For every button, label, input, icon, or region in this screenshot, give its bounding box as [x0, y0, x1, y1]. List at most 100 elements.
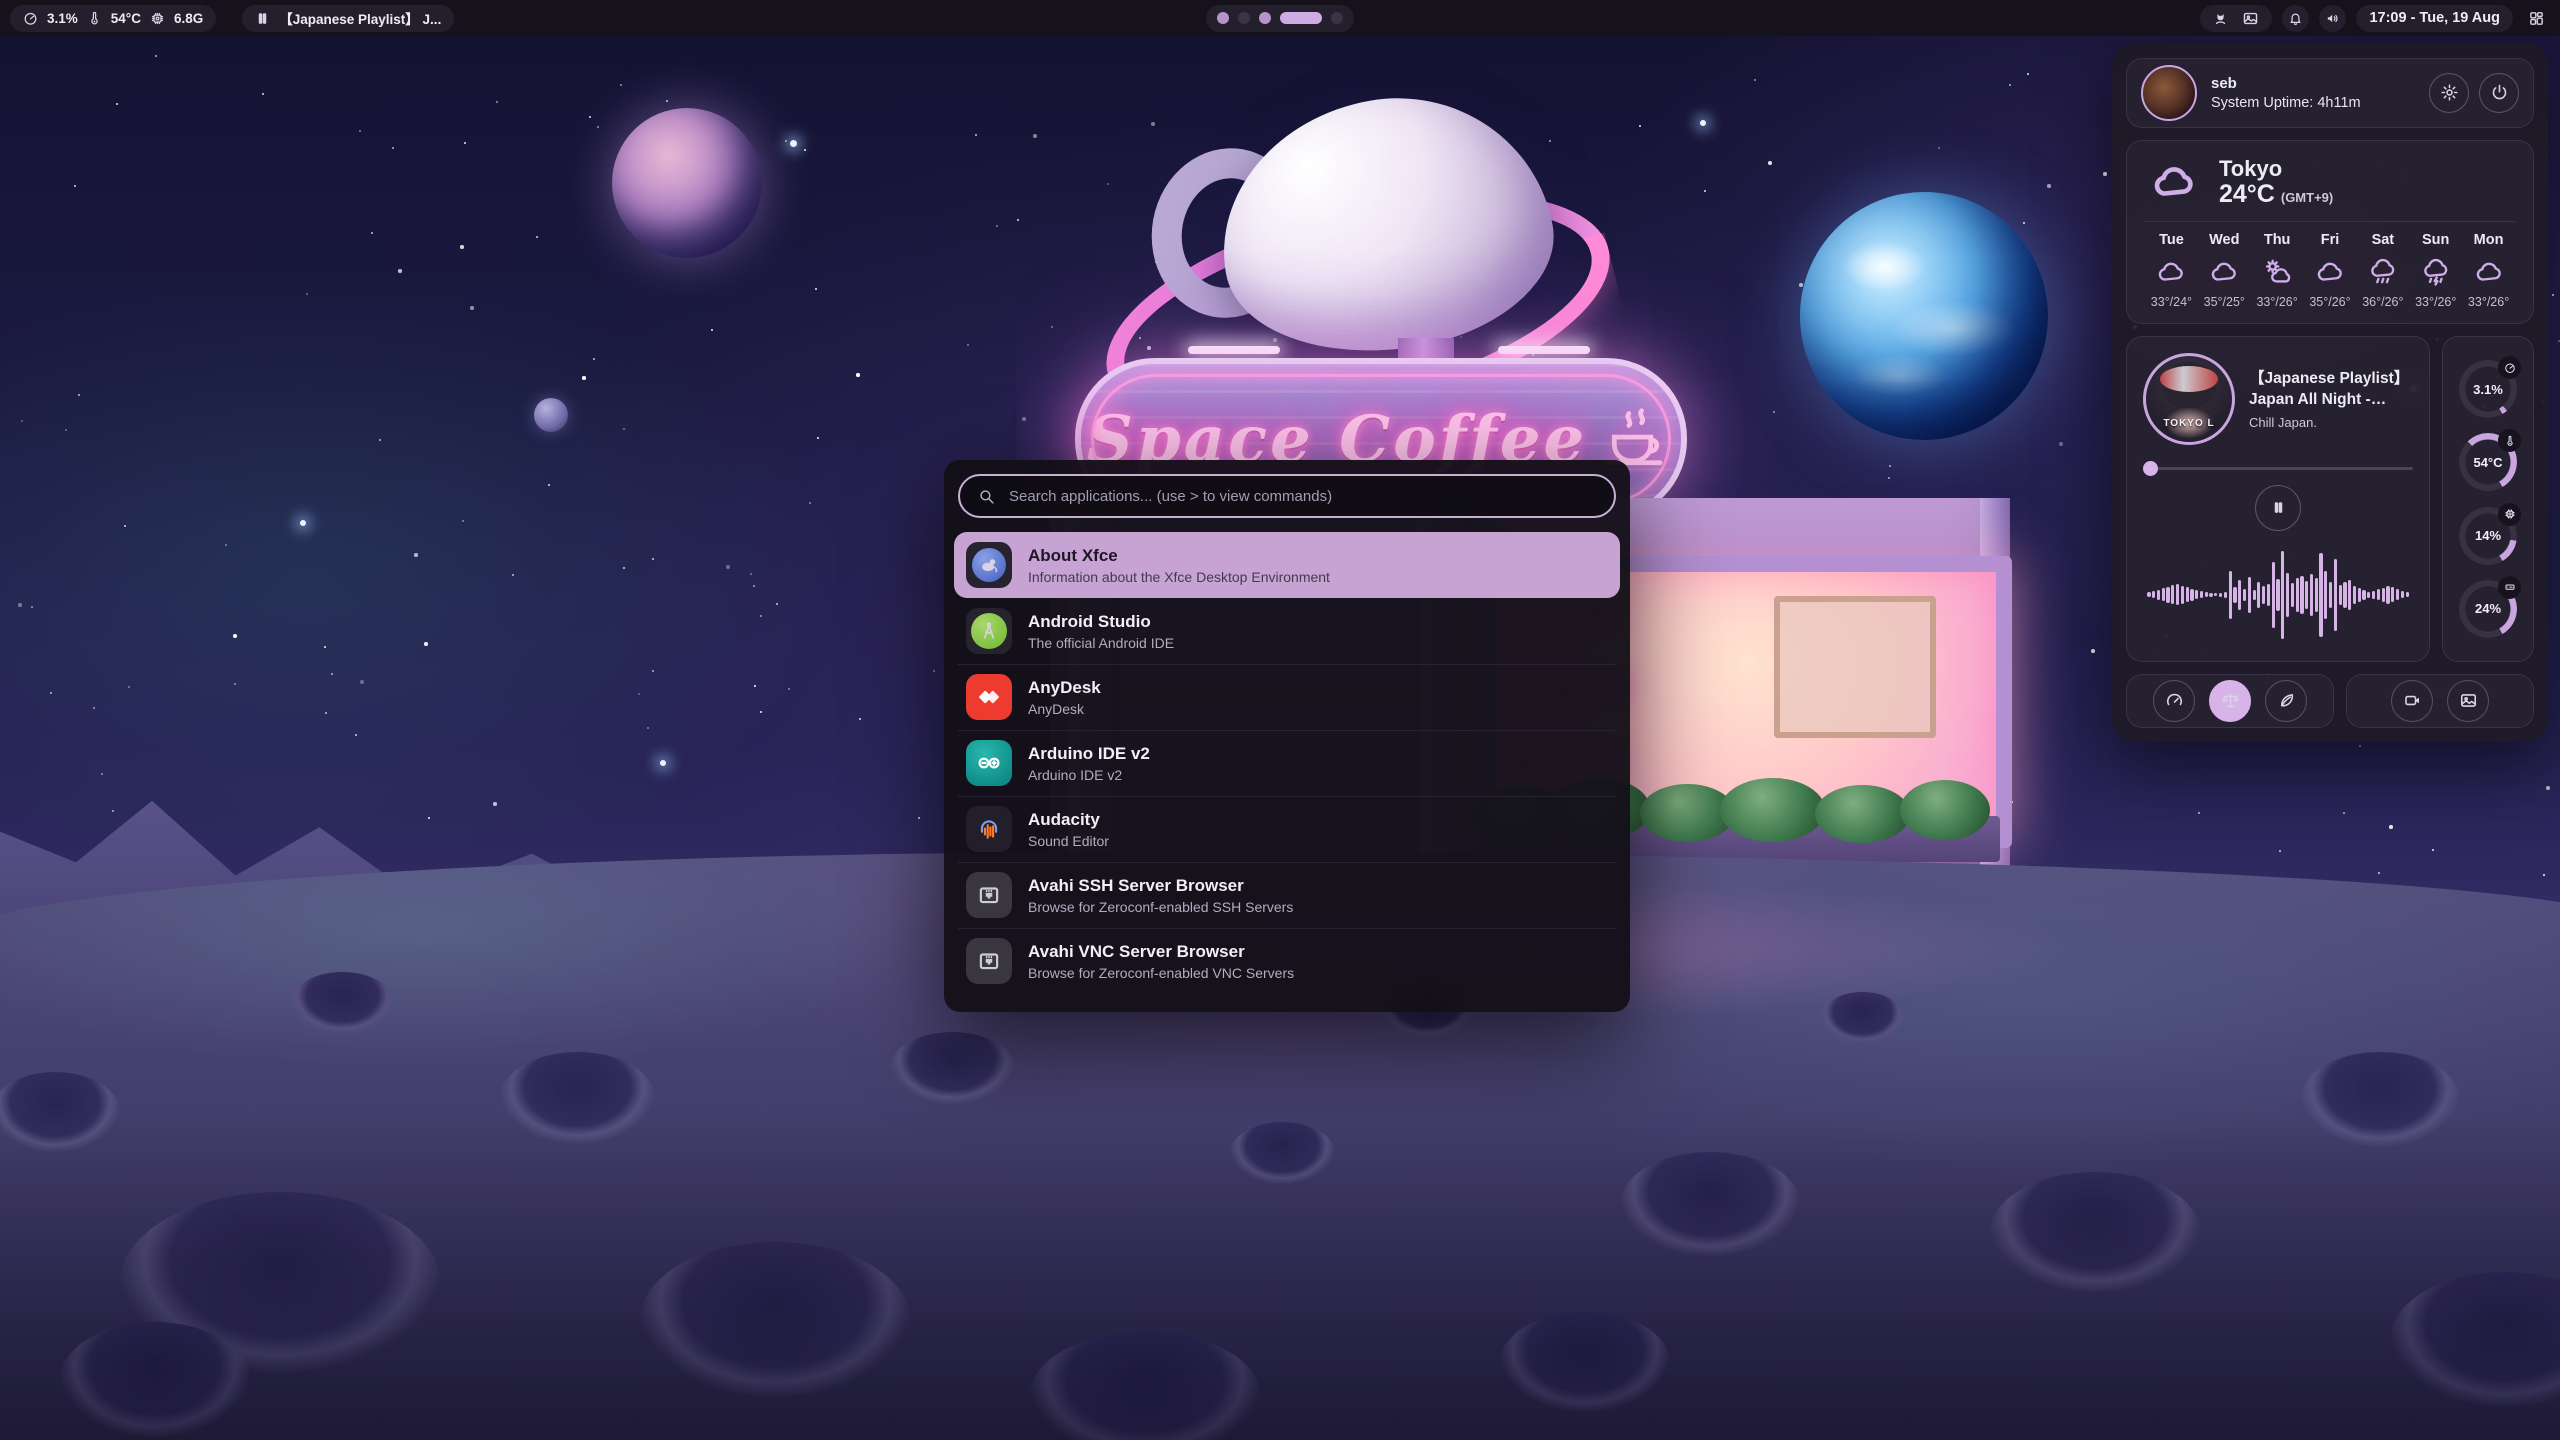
- scale-icon: [2221, 691, 2240, 710]
- weather-timezone: (GMT+9): [2281, 190, 2333, 205]
- visualizer-bar: [2406, 592, 2409, 597]
- visualizer-bar: [2281, 551, 2284, 639]
- pet-icon[interactable]: [2213, 11, 2228, 26]
- balanced-mode-button[interactable]: [2209, 680, 2251, 722]
- visualizer-bar: [2262, 586, 2265, 604]
- visualizer-bar: [2353, 586, 2356, 604]
- app-row-avahi-vnc[interactable]: Avahi VNC Server Browser Browse for Zero…: [954, 928, 1620, 994]
- chip-icon: [2498, 503, 2521, 526]
- media-player-card: TOKYO L 【Japanese Playlist】 Japan All Ni…: [2126, 336, 2430, 662]
- forecast-day: Tue 33°/24°: [2145, 232, 2198, 309]
- powersave-button[interactable]: [2265, 680, 2307, 722]
- app-row-avahi-ssh[interactable]: Avahi SSH Server Browser Browse for Zero…: [954, 862, 1620, 928]
- settings-button[interactable]: [2429, 73, 2469, 113]
- now-playing-pill[interactable]: 【Japanese Playlist】 J...: [242, 5, 454, 32]
- clock-pill[interactable]: 17:09 - Tue, 19 Aug: [2356, 5, 2513, 32]
- top-bar: 3.1% 54°C 6.8G 【Japanese Playlist】 J...: [0, 0, 2560, 36]
- power-button[interactable]: [2479, 73, 2519, 113]
- wallpaper-button[interactable]: [2447, 680, 2489, 722]
- visualizer-bar: [2324, 571, 2327, 619]
- volume-button[interactable]: [2319, 5, 2346, 32]
- app-row-audacity[interactable]: Audacity Sound Editor: [954, 796, 1620, 862]
- app-name: Android Studio: [1028, 612, 1174, 632]
- seek-thumb[interactable]: [2143, 461, 2158, 476]
- notifications-button[interactable]: [2282, 5, 2309, 32]
- visualizer-bar: [2162, 588, 2165, 601]
- visualizer-bar: [2267, 584, 2270, 606]
- cpu-temp: 54°C: [111, 11, 141, 26]
- pause-button[interactable]: [2255, 485, 2301, 531]
- cloud-rain-icon: [2356, 255, 2409, 289]
- chip-icon: [150, 11, 165, 26]
- weather-temp: 24°C: [2219, 180, 2275, 208]
- control-center-panel: seb System Uptime: 4h11m Tokyo 24°C(GMT+…: [2112, 44, 2548, 742]
- gear-icon: [2440, 83, 2459, 102]
- wallpaper-icon[interactable]: [2242, 10, 2259, 27]
- app-description: Browse for Zeroconf-enabled VNC Servers: [1028, 965, 1294, 981]
- tray-pill[interactable]: [2200, 5, 2272, 32]
- app-name: Arduino IDE v2: [1028, 744, 1150, 764]
- track-title: 【Japanese Playlist】 Japan All Night - To…: [2249, 368, 2413, 410]
- cloud-icon: [2198, 255, 2251, 289]
- seek-bar[interactable]: [2143, 461, 2413, 475]
- visualizer-bar: [2200, 591, 2203, 598]
- system-uptime: System Uptime: 4h11m: [2211, 95, 2361, 111]
- visualizer-bar: [2305, 581, 2308, 609]
- leaf-icon: [2277, 691, 2296, 710]
- forecast-day: Sat 36°/26°: [2356, 232, 2409, 309]
- visualizer-bar: [2147, 592, 2150, 597]
- avatar[interactable]: [2141, 65, 2197, 121]
- visualizer-bar: [2291, 583, 2294, 607]
- android-studio-icon: [966, 608, 1012, 654]
- app-row-anydesk[interactable]: AnyDesk AnyDesk: [954, 664, 1620, 730]
- visualizer-bar: [2219, 593, 2222, 597]
- workspace-dot-active[interactable]: [1280, 12, 1322, 24]
- visualizer-bar: [2157, 590, 2160, 600]
- search-input[interactable]: [1007, 487, 1596, 506]
- forecast-day: Wed 35°/25°: [2198, 232, 2251, 309]
- pause-icon: [2271, 500, 2286, 515]
- visualizer-bar: [2233, 587, 2236, 603]
- weather-city: Tokyo: [2219, 157, 2333, 181]
- visualizer-bar: [2186, 587, 2189, 602]
- visualizer-bar: [2152, 591, 2155, 598]
- app-name: About Xfce: [1028, 546, 1330, 566]
- gauge-icon: [23, 11, 38, 26]
- app-row-android-studio[interactable]: Android Studio The official Android IDE: [954, 598, 1620, 664]
- system-gauges-card: 3.1% 54°C 14% 24%: [2442, 336, 2534, 662]
- screen-record-button[interactable]: [2391, 680, 2433, 722]
- app-row-arduino[interactable]: Arduino IDE v2 Arduino IDE v2: [954, 730, 1620, 796]
- cpu-usage: 3.1%: [47, 11, 78, 26]
- weather-card: Tokyo 24°C (GMT+9) Tue 33°/24° Wed 35°/25…: [2126, 140, 2534, 324]
- gauge-icon: [2498, 356, 2521, 379]
- memory-gauge: 14%: [2459, 507, 2517, 565]
- system-stats-pill[interactable]: 3.1% 54°C 6.8G: [10, 5, 216, 32]
- app-name: AnyDesk: [1028, 678, 1101, 698]
- workspace-dot-empty[interactable]: [1331, 12, 1343, 24]
- disk-icon: [2498, 576, 2521, 599]
- disk-gauge: 24%: [2459, 580, 2517, 638]
- memory-usage: 6.8G: [174, 11, 203, 26]
- visualizer-bar: [2238, 580, 2241, 610]
- app-row-about-xfce[interactable]: About Xfce Information about the Xfce De…: [954, 532, 1620, 598]
- workspace-dot-occupied[interactable]: [1217, 12, 1229, 24]
- visualizer-bar: [2205, 592, 2208, 597]
- visualizer-bar: [2319, 553, 2322, 637]
- album-art[interactable]: TOKYO L: [2143, 353, 2235, 445]
- picture-icon: [2459, 691, 2478, 710]
- app-description: AnyDesk: [1028, 701, 1101, 717]
- visualizer-bar: [2248, 577, 2251, 613]
- workspace-dot-empty[interactable]: [1238, 12, 1250, 24]
- workspace-dot-occupied[interactable]: [1259, 12, 1271, 24]
- visualizer-bar: [2190, 589, 2193, 601]
- visualizer-bar: [2386, 586, 2389, 604]
- app-description: Browse for Zeroconf-enabled SSH Servers: [1028, 899, 1293, 915]
- workspace-switcher[interactable]: [1206, 5, 1354, 32]
- album-art-label: TOKYO L: [2146, 418, 2232, 429]
- speedometer-button[interactable]: [2153, 680, 2195, 722]
- forecast-day: Sun 33°/26°: [2409, 232, 2462, 309]
- visualizer-bar: [2334, 559, 2337, 631]
- search-bar[interactable]: [958, 474, 1616, 518]
- visualizer-bar: [2377, 589, 2380, 600]
- dashboard-button[interactable]: [2523, 5, 2550, 32]
